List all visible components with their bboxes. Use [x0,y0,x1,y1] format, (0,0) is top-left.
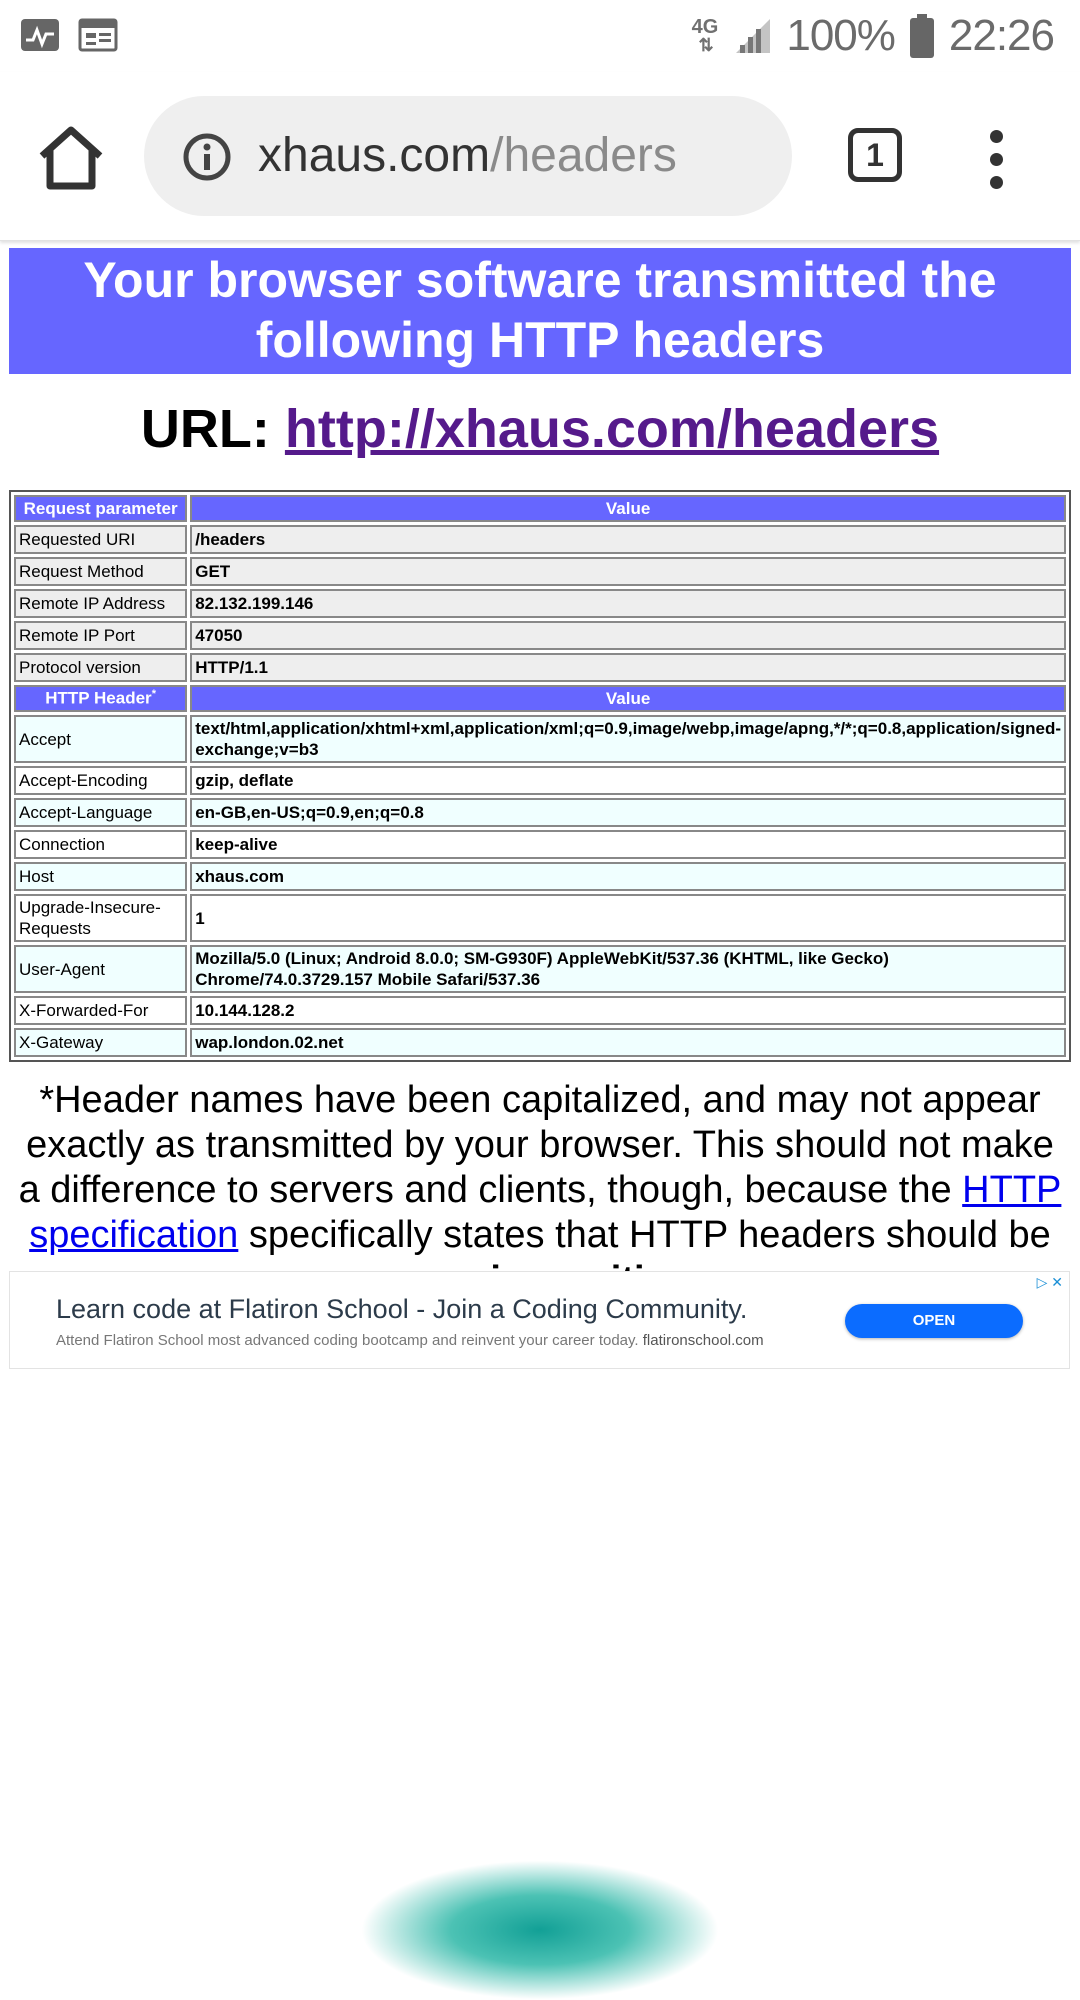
url-heading: URL: http://xhaus.com/headers [0,396,1080,462]
request-param-cell: Remote IP Address [14,589,188,618]
request-param-cell: Requested URI [14,525,188,554]
http-row: Host xhaus.com [14,862,1066,891]
activity-icon [21,19,59,51]
request-row: Requested URI/headers [14,525,1066,554]
calendar-icon [78,18,118,52]
ad-description-text: Attend Flatiron School most advanced cod… [56,1332,639,1349]
request-value-cell: GET [190,557,1066,586]
ad-banner[interactable]: ▷ ✕ Learn code at Flatiron School - Join… [9,1271,1070,1369]
clock: 22:26 [948,11,1055,60]
note-text-2: specifically states that HTTP headers sh… [238,1214,1051,1256]
http-header-name-cell: Accept-Language [14,798,188,827]
http-header-name-cell: X-Gateway [14,1028,188,1057]
tab-switcher-button[interactable]: 1 [848,128,902,182]
request-param-cell: Remote IP Port [14,621,188,650]
http-row: Accept text/html,application/xhtml+xml,ap… [14,715,1066,763]
http-row: X-Gateway wap.london.02.net [14,1028,1066,1057]
request-value-cell: HTTP/1.1 [190,653,1066,682]
ad-title[interactable]: Learn code at Flatiron School - Join a C… [56,1294,747,1325]
request-row: Remote IP Address 82.132.199.146 [14,589,1066,618]
request-row: Remote IP Port 47050 [14,621,1066,650]
request-value-cell: /headers [190,525,1066,554]
request-value-cell: 82.132.199.146 [190,589,1066,618]
http-header-value-cell: wap.london.02.net [190,1028,1066,1057]
http-header-value-cell: en-GB,en-US;q=0.9,en;q=0.8 [190,798,1066,827]
network-indicator: 4G ⇅ [691,16,719,55]
http-row: Accept-Encoding gzip, deflate [14,766,1066,795]
http-header-name-cell: Connection [14,830,188,859]
signal-icon [736,19,771,53]
http-header-value-cell: 10.144.128.2 [190,996,1066,1025]
http-row: X-Forwarded-For 10.144.128.2 [14,996,1066,1025]
home-icon[interactable] [36,122,106,192]
request-parameter-header: Request parameter [14,495,188,522]
battery-percent: 100% [786,11,896,60]
http-header-name-cell: User-Agent [14,945,188,993]
http-header-row: HTTP Header* Value [14,685,1066,712]
url-domain: xhaus.com [258,129,491,182]
decorative-glow [360,1860,720,2000]
http-row: Accept-Language en-GB,en-US;q=0.9,en;q=0.… [14,798,1066,827]
url-path: /headers [490,129,677,182]
info-icon[interactable] [182,132,232,182]
request-value-cell: 47050 [190,621,1066,650]
overflow-menu-icon[interactable] [982,130,1010,190]
network-type: 4G [691,16,719,38]
status-bar: 4G ⇅ 100% 22:26 [0,0,1080,72]
http-row: User-Agent Mozilla/5.0 (Linux; Android 8.… [14,945,1066,993]
http-header-value-cell: 1 [190,894,1066,942]
http-header-name-cell: Accept-Encoding [14,766,188,795]
http-header-column: HTTP Header* [14,685,188,712]
http-header-value-cell: Mozilla/5.0 (Linux; Android 8.0.0; SM-G9… [190,945,1066,993]
note-text-1: *Header names have been capitalized, and… [18,1079,1054,1211]
http-header-value-cell: text/html,application/xhtml+xml,applicat… [190,715,1066,763]
browser-toolbar: xhaus.com/headers 1 [0,72,1080,241]
page-title: Your browser software transmitted the fo… [9,248,1071,374]
data-arrows-icon: ⇅ [698,35,713,55]
url-link[interactable]: http://xhaus.com/headers [285,399,939,459]
http-header-mark: * [151,688,156,701]
battery-icon [909,14,934,58]
ad-description: Attend Flatiron School most advanced cod… [56,1332,764,1349]
request-param-cell: Protocol version [14,653,188,682]
capitalization-note: *Header names have been capitalized, and… [14,1078,1066,1303]
ad-domain: flatironschool.com [642,1332,764,1349]
url-text[interactable]: xhaus.com/headers [258,124,677,188]
adchoices-icon[interactable]: ▷ ✕ [1037,1274,1063,1291]
http-row: Upgrade-Insecure-Requests 1 [14,894,1066,942]
http-header-value-cell: keep-alive [190,830,1066,859]
http-value-column: Value [190,685,1066,712]
http-row: Connection keep-alive [14,830,1066,859]
http-header-name-cell: X-Forwarded-For [14,996,188,1025]
http-header-name-cell: Host [14,862,188,891]
http-header-name-cell: Accept [14,715,188,763]
page-content: Your browser software transmitted the fo… [0,246,1080,1303]
headers-table: Request parameter Value Requested URI/he… [9,490,1071,1062]
http-header-value-cell: gzip, deflate [190,766,1066,795]
address-bar[interactable]: xhaus.com/headers [144,96,792,216]
request-row: Protocol version HTTP/1.1 [14,653,1066,682]
ad-open-button[interactable]: OPEN [845,1304,1023,1338]
http-header-label: HTTP Header [45,688,152,708]
url-label: URL: [140,399,270,459]
http-header-value-cell: xhaus.com [190,862,1066,891]
request-row: Request Method GET [14,557,1066,586]
request-param-cell: Request Method [14,557,188,586]
request-value-header: Value [190,495,1066,522]
http-header-name-cell: Upgrade-Insecure-Requests [14,894,188,942]
